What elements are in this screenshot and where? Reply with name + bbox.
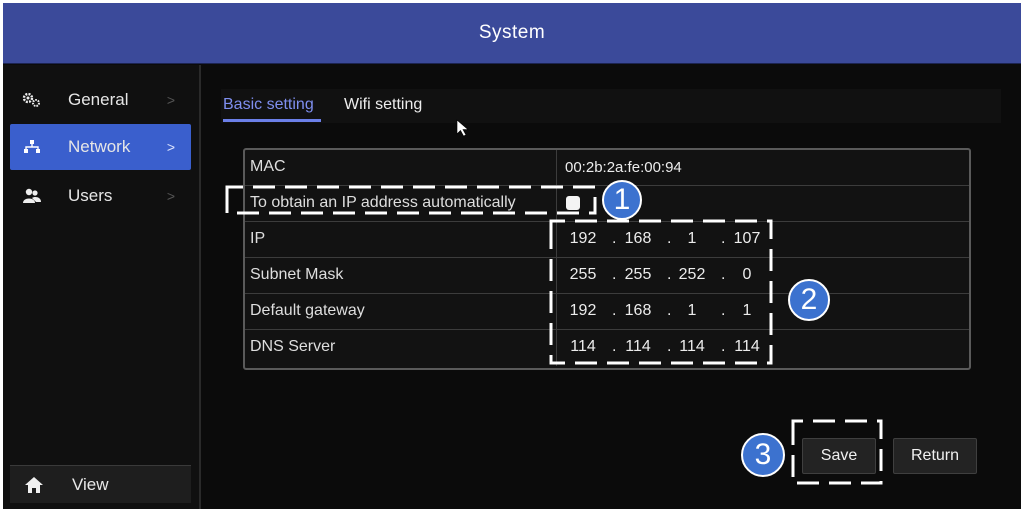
- callout-2-badge: 2: [788, 279, 830, 321]
- callout-3-badge: 3: [741, 433, 785, 477]
- annotation-dashed-boxes: [225, 185, 883, 485]
- app-window: System General > Network > Users > View …: [3, 3, 1021, 509]
- callout-1-badge: 1: [602, 180, 642, 220]
